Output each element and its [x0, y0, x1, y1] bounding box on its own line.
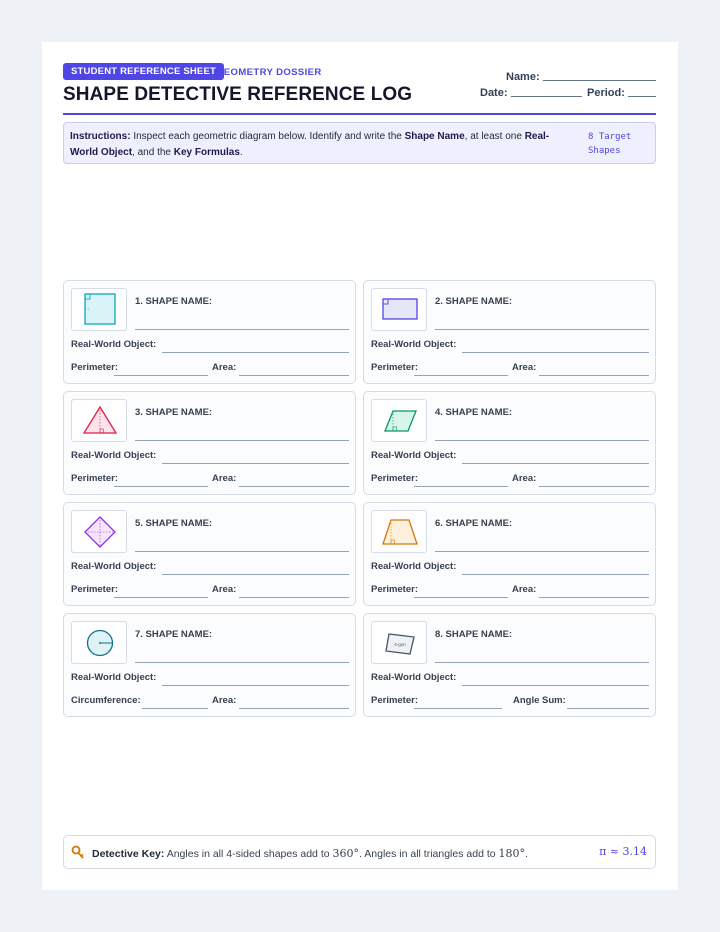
formula-1-field[interactable]	[414, 486, 508, 487]
real-world-object-label: Real-World Object:	[371, 561, 457, 572]
shape-name-label: 3. SHAPE NAME:	[135, 407, 213, 418]
shape-card-2: 2. SHAPE NAME: Real-World Object: Perime…	[363, 280, 656, 384]
shape-name-field[interactable]	[135, 329, 349, 330]
real-world-object-label: Real-World Object:	[71, 450, 157, 461]
formula-1-field[interactable]	[142, 708, 208, 709]
formula-1-label: Perimeter:	[371, 362, 418, 373]
dossier-subtitle: GEOMETRY DOSSIER	[216, 67, 322, 78]
shape-card-8: 4-gon 8. SHAPE NAME: Real-World Object: …	[363, 613, 656, 717]
shape-name-label: 7. SHAPE NAME:	[135, 629, 213, 640]
rhombus-icon	[71, 510, 127, 553]
shape-name-label: 6. SHAPE NAME:	[435, 518, 513, 529]
real-world-object-label: Real-World Object:	[71, 561, 157, 572]
shape-card-3: 3. SHAPE NAME: Real-World Object: Perime…	[63, 391, 356, 495]
instructions-text: Instructions: Inspect each geometric dia…	[70, 131, 550, 158]
date-label: Date:	[480, 87, 508, 99]
shape-name-field[interactable]	[435, 440, 649, 441]
formula-1-field[interactable]	[414, 597, 508, 598]
formula-2-label: Area:	[212, 362, 237, 373]
instructions-box: Instructions: Inspect each geometric dia…	[63, 122, 656, 164]
parallelogram-icon	[371, 399, 427, 442]
real-world-object-field[interactable]	[162, 574, 349, 575]
shape-name-field[interactable]	[435, 329, 649, 330]
period-label: Period:	[587, 87, 625, 99]
formula-2-label: Area:	[512, 473, 537, 484]
formula-2-label: Area:	[512, 584, 537, 595]
title-rule	[63, 113, 656, 115]
real-world-object-field[interactable]	[462, 685, 649, 686]
target-count: 8 Target Shapes	[588, 132, 632, 156]
real-world-object-field[interactable]	[162, 685, 349, 686]
formula-2-label: Angle Sum:	[513, 695, 566, 706]
shape-name-field[interactable]	[435, 662, 649, 663]
shape-name-label: 4. SHAPE NAME:	[435, 407, 513, 418]
rectangle-icon	[371, 288, 427, 331]
page-title: SHAPE DETECTIVE REFERENCE LOG	[63, 84, 413, 105]
shape-card-5: 5. SHAPE NAME: Real-World Object: Perime…	[63, 502, 356, 606]
worksheet-page: STUDENT REFERENCE SHEET GEOMETRY DOSSIER…	[42, 42, 678, 890]
real-world-object-label: Real-World Object:	[71, 672, 157, 683]
shape-card-1: 1. SHAPE NAME: Real-World Object: Perime…	[63, 280, 356, 384]
formula-1-label: Perimeter:	[71, 362, 118, 373]
name-field[interactable]	[543, 80, 656, 81]
formula-1-label: Circumference:	[71, 695, 141, 706]
formula-1-label: Perimeter:	[71, 584, 118, 595]
circle-icon	[71, 621, 127, 664]
real-world-object-field[interactable]	[462, 574, 649, 575]
reference-badge: STUDENT REFERENCE SHEET	[63, 63, 225, 80]
formula-1-field[interactable]	[114, 375, 208, 376]
formula-2-field[interactable]	[239, 486, 349, 487]
formula-2-field[interactable]	[567, 708, 649, 709]
ngon-icon: 4-gon	[371, 621, 427, 664]
shape-card-4: 4. SHAPE NAME: Real-World Object: Perime…	[363, 391, 656, 495]
shape-name-label: 1. SHAPE NAME:	[135, 296, 213, 307]
pi-value: π ≈ 3.14	[599, 845, 647, 858]
shape-name-field[interactable]	[135, 662, 349, 663]
date-field[interactable]	[511, 96, 582, 97]
real-world-object-field[interactable]	[162, 352, 349, 353]
formula-1-label: Perimeter:	[371, 584, 418, 595]
formula-2-field[interactable]	[539, 486, 649, 487]
shape-name-label: 2. SHAPE NAME:	[435, 296, 513, 307]
formula-1-field[interactable]	[114, 597, 208, 598]
formula-1-field[interactable]	[114, 486, 208, 487]
detective-key: Detective Key: Angles in all 4-sided sha…	[63, 835, 656, 869]
formula-1-field[interactable]	[414, 375, 508, 376]
formula-2-label: Area:	[212, 584, 237, 595]
real-world-object-field[interactable]	[162, 463, 349, 464]
formula-1-label: Perimeter:	[71, 473, 118, 484]
real-world-object-field[interactable]	[462, 352, 649, 353]
key-icon	[71, 845, 84, 859]
formula-1-label: Perimeter:	[371, 473, 418, 484]
formula-2-field[interactable]	[539, 597, 649, 598]
shape-card-7: 7. SHAPE NAME: Real-World Object: Circum…	[63, 613, 356, 717]
formula-2-label: Area:	[212, 695, 237, 706]
svg-text:4-gon: 4-gon	[394, 642, 406, 647]
shape-name-field[interactable]	[135, 440, 349, 441]
formula-1-field[interactable]	[414, 708, 502, 709]
real-world-object-label: Real-World Object:	[371, 339, 457, 350]
real-world-object-field[interactable]	[462, 463, 649, 464]
shape-name-label: 8. SHAPE NAME:	[435, 629, 513, 640]
key-text: Detective Key: Angles in all 4-sided sha…	[92, 847, 528, 860]
formula-2-field[interactable]	[239, 597, 349, 598]
real-world-object-label: Real-World Object:	[371, 450, 457, 461]
real-world-object-label: Real-World Object:	[71, 339, 157, 350]
formula-2-field[interactable]	[239, 375, 349, 376]
period-field[interactable]	[628, 96, 656, 97]
shape-name-field[interactable]	[135, 551, 349, 552]
formula-2-label: Area:	[212, 473, 237, 484]
triangle-icon	[71, 399, 127, 442]
formula-2-field[interactable]	[539, 375, 649, 376]
trapezoid-icon	[371, 510, 427, 553]
formula-2-label: Area:	[512, 362, 537, 373]
square-icon	[71, 288, 127, 331]
shape-card-6: 6. SHAPE NAME: Real-World Object: Perime…	[363, 502, 656, 606]
name-label: Name:	[506, 71, 540, 83]
formula-2-field[interactable]	[239, 708, 349, 709]
real-world-object-label: Real-World Object:	[371, 672, 457, 683]
formula-1-label: Perimeter:	[371, 695, 418, 706]
shape-name-field[interactable]	[435, 551, 649, 552]
shape-name-label: 5. SHAPE NAME:	[135, 518, 213, 529]
